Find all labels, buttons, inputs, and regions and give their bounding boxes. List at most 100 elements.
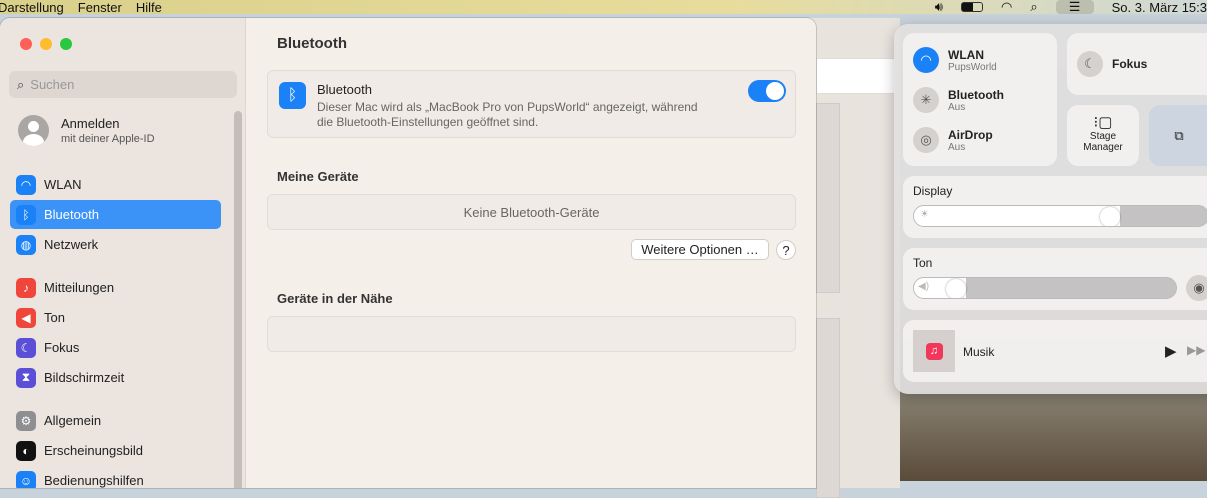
spotlight-icon[interactable]: ⌕ <box>1030 0 1037 15</box>
sun-icon: ☀ <box>920 209 929 220</box>
brightness-slider[interactable]: ☀ <box>913 205 1207 227</box>
connectivity-tile: ◠ WLAN PupsWorld ✳ Bluetooth Aus ◎ AirDrop Aus <box>903 33 1057 166</box>
menu-bar: Darstellung Fenster Hilfe 🔊︎ ◠ ⌕ ☰ So. 3… <box>0 0 1207 15</box>
wlan-toggle[interactable]: ◠ WLAN PupsWorld <box>913 47 997 73</box>
airdrop-icon: ◎ <box>913 127 939 153</box>
gear-icon: ⚙ <box>16 410 36 431</box>
account-subtitle: mit deiner Apple-ID <box>61 133 155 145</box>
zoom-button[interactable] <box>60 38 72 50</box>
help-button[interactable]: ? <box>776 240 796 260</box>
volume-icon[interactable]: 🔊︎ <box>935 0 943 15</box>
menu-darstellung[interactable]: Darstellung <box>0 0 78 15</box>
moon-icon: ☾ <box>16 337 36 358</box>
sidebar-item-label: Netzwerk <box>44 237 99 252</box>
sound-label: Ton <box>913 256 933 270</box>
speaker-icon: ◀ <box>16 307 36 328</box>
airdrop-label: AirDrop <box>948 127 993 142</box>
album-art: ♫ <box>913 330 955 372</box>
sidebar-item-bildschirmzeit[interactable]: ⧗ Bildschirmzeit <box>10 363 221 392</box>
sidebar-item-label: Erscheinungsbild <box>44 443 144 458</box>
search-placeholder: Suchen <box>30 77 75 92</box>
background-card <box>816 318 840 498</box>
sidebar-item-bluetooth[interactable]: ᛒ Bluetooth <box>10 200 221 229</box>
moon-icon: ☾ <box>1077 51 1103 77</box>
sidebar-item-netzwerk[interactable]: ◍ Netzwerk <box>10 230 221 259</box>
my-devices-heading: Meine Geräte <box>277 169 359 184</box>
sidebar-item-label: Bildschirmzeit <box>44 370 125 385</box>
close-button[interactable] <box>20 38 32 50</box>
sidebar-item-bedienungshilfen[interactable]: ☺ Bedienungshilfen <box>10 466 221 488</box>
screen-mirroring-icon: ⧉ <box>1174 127 1184 143</box>
bluetooth-cc-toggle[interactable]: ✳ Bluetooth Aus <box>913 87 1004 113</box>
appearance-icon: ◐ <box>16 440 36 461</box>
sidebar-item-label: WLAN <box>44 177 82 192</box>
display-label: Display <box>913 184 953 198</box>
speaker-icon: ◀) <box>918 281 930 292</box>
main-pane: Bluetooth ᛒ Bluetooth Dieser Mac wird al… <box>246 18 816 488</box>
focus-label: Fokus <box>1112 57 1148 71</box>
bluetooth-description: Dieser Mac wird als „MacBook Pro von Pup… <box>317 100 698 114</box>
battery-icon[interactable] <box>960 2 983 12</box>
display-tile: Display ☀ <box>903 176 1207 238</box>
search-input[interactable]: ⌕ Suchen <box>9 71 237 98</box>
stage-manager-icon: ⁝▢ <box>1093 114 1113 131</box>
bluetooth-card: ᛒ Bluetooth Dieser Mac wird als „MacBook… <box>267 70 796 138</box>
sidebar-item-allgemein[interactable]: ⚙ Allgemein <box>10 406 221 435</box>
search-icon: ⌕ <box>17 76 25 92</box>
no-devices-text: Keine Bluetooth-Geräte <box>463 204 600 220</box>
menu-hilfe[interactable]: Hilfe <box>136 0 176 15</box>
more-options-button[interactable]: Weitere Optionen … <box>631 239 769 260</box>
background-card <box>816 103 840 293</box>
bluetooth-icon: ᛒ <box>16 204 36 225</box>
nearby-devices-list <box>267 316 796 352</box>
sidebar-scrollbar[interactable] <box>234 111 242 488</box>
music-tile: ♫ Musik ▶ ▶▶ <box>903 320 1207 382</box>
hourglass-icon: ⧗ <box>16 367 36 388</box>
forward-icon[interactable]: ▶▶ <box>1187 343 1205 357</box>
sidebar-item-fokus[interactable]: ☾ Fokus <box>10 333 221 362</box>
sidebar-item-ton[interactable]: ◀ Ton <box>10 303 221 332</box>
avatar <box>18 115 49 146</box>
bluetooth-loading-icon: ✳ <box>913 87 939 113</box>
sidebar-item-label: Ton <box>44 310 65 325</box>
menu-fenster[interactable]: Fenster <box>78 0 136 15</box>
bluetooth-label: Bluetooth <box>317 82 372 97</box>
wifi-status-icon[interactable]: ◠ <box>1001 0 1012 15</box>
airplay-icon[interactable]: ◉ <box>1186 275 1207 301</box>
stage-manager-tile[interactable]: ⁝▢ Stage Manager <box>1067 105 1139 166</box>
control-center-icon[interactable]: ☰ <box>1055 0 1094 14</box>
play-icon[interactable]: ▶ <box>1165 342 1177 360</box>
sidebar-item-wlan[interactable]: ◠ WLAN <box>10 170 221 199</box>
wlan-network: PupsWorld <box>948 61 997 73</box>
accessibility-icon: ☺ <box>16 470 36 488</box>
airdrop-toggle[interactable]: ◎ AirDrop Aus <box>913 127 993 153</box>
apple-id-signin[interactable]: Anmelden mit deiner Apple-ID <box>18 115 155 146</box>
screen-mirroring-tile[interactable]: ⧉ <box>1149 105 1207 166</box>
airdrop-status: Aus <box>948 141 966 153</box>
control-center: ◠ WLAN PupsWorld ✳ Bluetooth Aus ◎ AirDrop Aus… <box>894 24 1207 394</box>
wifi-icon: ◠ <box>16 174 36 195</box>
sidebar-item-mitteilungen[interactable]: ♪ Mitteilungen <box>10 273 221 302</box>
sidebar-item-label: Bluetooth <box>44 207 99 222</box>
bluetooth-description: die Bluetooth-Einstellungen geöffnet sin… <box>317 115 539 129</box>
wlan-label: WLAN <box>948 47 984 62</box>
volume-slider[interactable]: ◀) <box>913 277 1177 299</box>
bluetooth-cc-status: Aus <box>948 101 966 113</box>
globe-icon: ◍ <box>16 234 36 255</box>
minimize-button[interactable] <box>40 38 52 50</box>
focus-tile[interactable]: ☾ Fokus <box>1067 33 1207 95</box>
nearby-devices-heading: Geräte in der Nähe <box>277 291 393 306</box>
sidebar-item-label: Fokus <box>44 340 80 355</box>
music-app-icon: ♫ <box>925 342 943 360</box>
wifi-icon: ◠ <box>913 47 939 73</box>
bluetooth-cc-label: Bluetooth <box>948 87 1004 102</box>
stage-manager-label: Stage <box>1089 131 1117 142</box>
stage-manager-label: Manager <box>1083 142 1123 153</box>
clock[interactable]: So. 3. März 15:3 <box>1112 0 1207 15</box>
bluetooth-toggle[interactable] <box>748 80 786 102</box>
sidebar-item-label: Allgemein <box>44 413 102 428</box>
sidebar-item-label: Mitteilungen <box>44 280 115 295</box>
music-label: Musik <box>963 345 995 359</box>
sidebar-item-erscheinungsbild[interactable]: ◐ Erscheinungsbild <box>10 436 221 465</box>
account-title: Anmelden <box>61 116 120 131</box>
